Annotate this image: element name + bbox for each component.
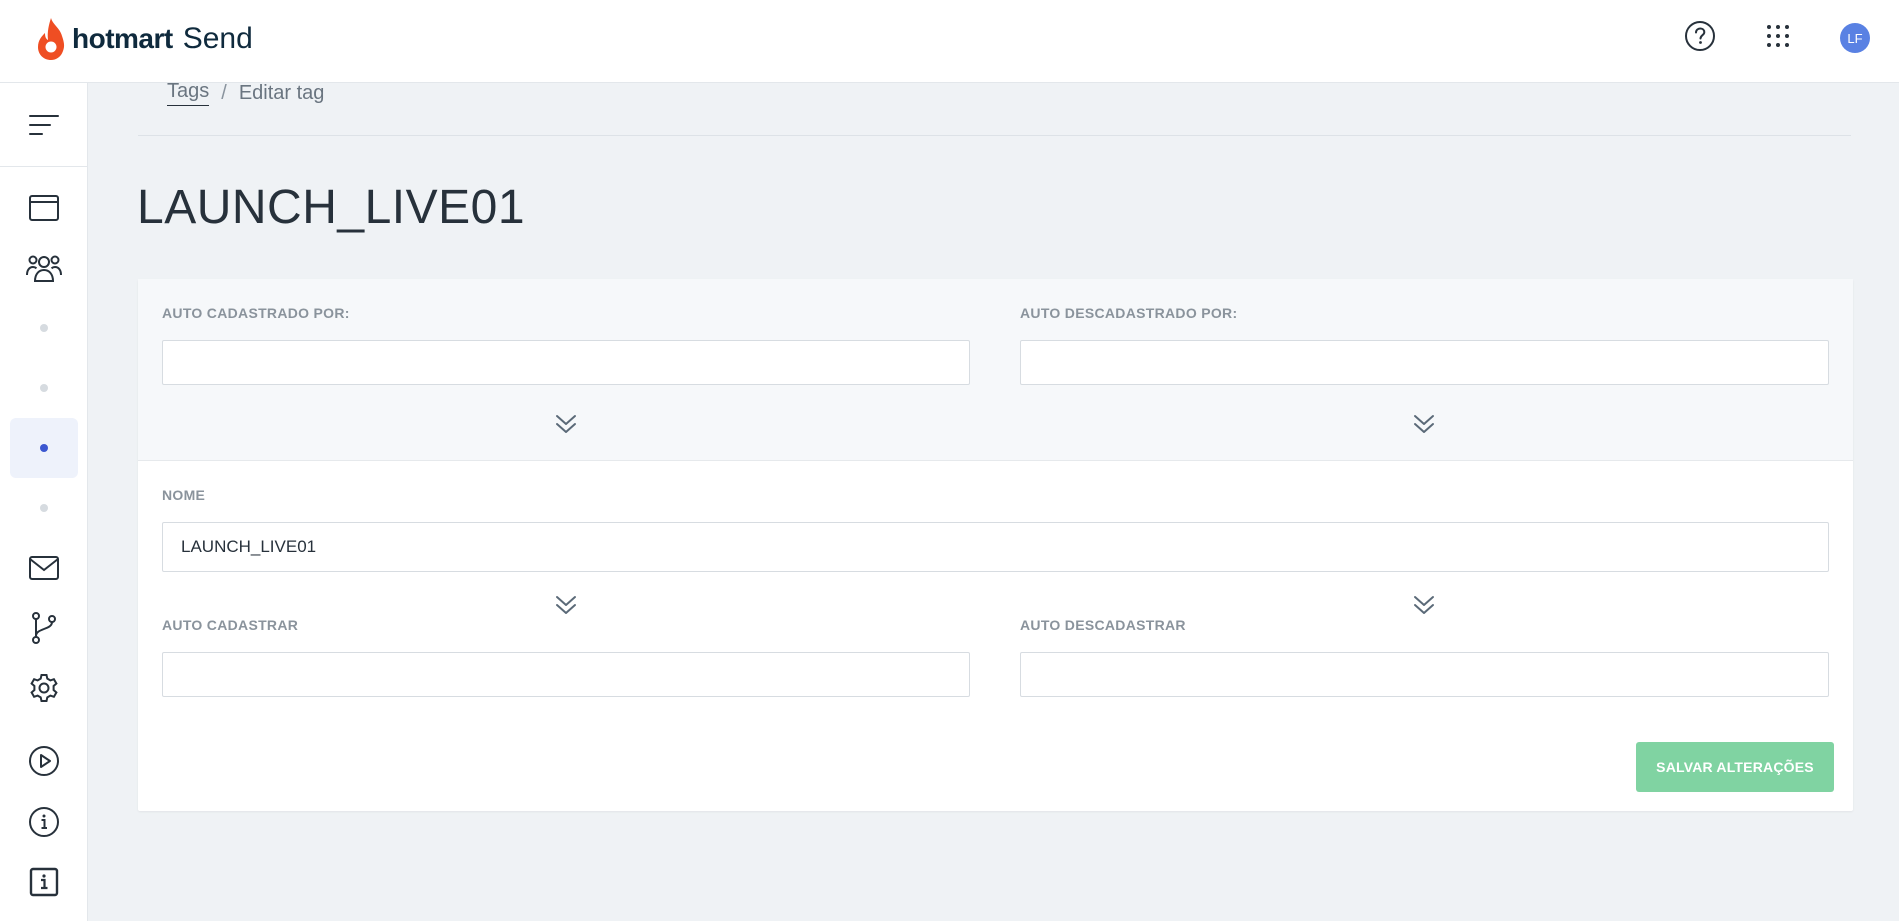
auto-descadastrado-por-label: AUTO DESCADASTRADO POR: xyxy=(1020,305,1238,321)
breadcrumb-current: Editar tag xyxy=(238,81,325,104)
play-circle-icon xyxy=(29,746,59,776)
sidebar-item-about[interactable] xyxy=(10,852,78,912)
browser-window-icon xyxy=(29,195,59,221)
product-name: Send xyxy=(182,22,253,55)
user-avatar[interactable]: LF xyxy=(1840,23,1870,53)
hotmart-flame-icon xyxy=(38,18,65,60)
sidebar-subitem-1[interactable] xyxy=(10,298,78,358)
users-icon xyxy=(26,255,62,282)
breadcrumb-separator: / xyxy=(221,81,227,104)
sidebar-subitem-4[interactable] xyxy=(10,478,78,538)
auto-descadastrar-field[interactable] xyxy=(1020,652,1829,697)
gear-icon xyxy=(30,674,58,702)
auto-descadastrar-label: AUTO DESCADASTRAR xyxy=(1020,617,1186,633)
dot-icon xyxy=(40,384,48,392)
dot-icon xyxy=(40,504,48,512)
flow-branch-icon xyxy=(32,612,56,644)
sidebar-item-settings[interactable] xyxy=(10,658,78,718)
info-circle-icon xyxy=(29,807,59,837)
auto-descadastrado-por-field[interactable] xyxy=(1020,340,1829,385)
page-title: LAUNCH_LIVE01 xyxy=(137,181,526,234)
sidebar-item-info[interactable] xyxy=(10,792,78,852)
chevron-double-down-icon[interactable] xyxy=(554,412,578,436)
dot-icon xyxy=(40,324,48,332)
sidebar-subitem-tags[interactable] xyxy=(10,418,78,478)
nome-field[interactable] xyxy=(162,522,1829,572)
sidebar-item-automations[interactable] xyxy=(10,598,78,658)
chevron-double-down-icon[interactable] xyxy=(1412,412,1436,436)
auto-cadastrar-field[interactable] xyxy=(162,652,970,697)
sidebar-subitem-2[interactable] xyxy=(10,358,78,418)
info-square-icon xyxy=(29,867,59,897)
brand-logo[interactable]: hotmart Send xyxy=(34,14,253,64)
breadcrumb-link-tags[interactable]: Tags xyxy=(167,80,210,106)
menu-toggle-icon[interactable] xyxy=(0,83,87,167)
sidebar xyxy=(0,83,88,921)
breadcrumb: Tags / Editar tag xyxy=(167,80,324,106)
save-changes-button[interactable]: SALVAR ALTERAÇÕES xyxy=(1636,742,1834,792)
dot-icon xyxy=(40,444,48,452)
sidebar-item-contacts[interactable] xyxy=(10,238,78,298)
apps-grid-icon[interactable] xyxy=(1762,20,1794,52)
help-icon[interactable] xyxy=(1684,20,1716,52)
sidebar-item-dashboard[interactable] xyxy=(10,178,78,238)
auto-cadastrado-por-field[interactable] xyxy=(162,340,970,385)
chevron-double-down-icon[interactable] xyxy=(554,593,578,617)
auto-cadastrado-por-label: AUTO CADASTRADO POR: xyxy=(162,305,350,321)
chevron-double-down-icon[interactable] xyxy=(1412,593,1436,617)
top-header: hotmart Send LF xyxy=(0,0,1899,83)
sidebar-item-email[interactable] xyxy=(10,538,78,598)
divider xyxy=(138,135,1851,136)
mail-icon xyxy=(29,556,59,580)
nome-label: NOME xyxy=(162,487,206,503)
brand-name: hotmart xyxy=(72,23,173,54)
edit-tag-card: AUTO CADASTRADO POR: AUTO DESCADASTRADO … xyxy=(138,279,1853,811)
auto-cadastrar-label: AUTO CADASTRAR xyxy=(162,617,299,633)
sidebar-item-tutorials[interactable] xyxy=(10,731,78,791)
